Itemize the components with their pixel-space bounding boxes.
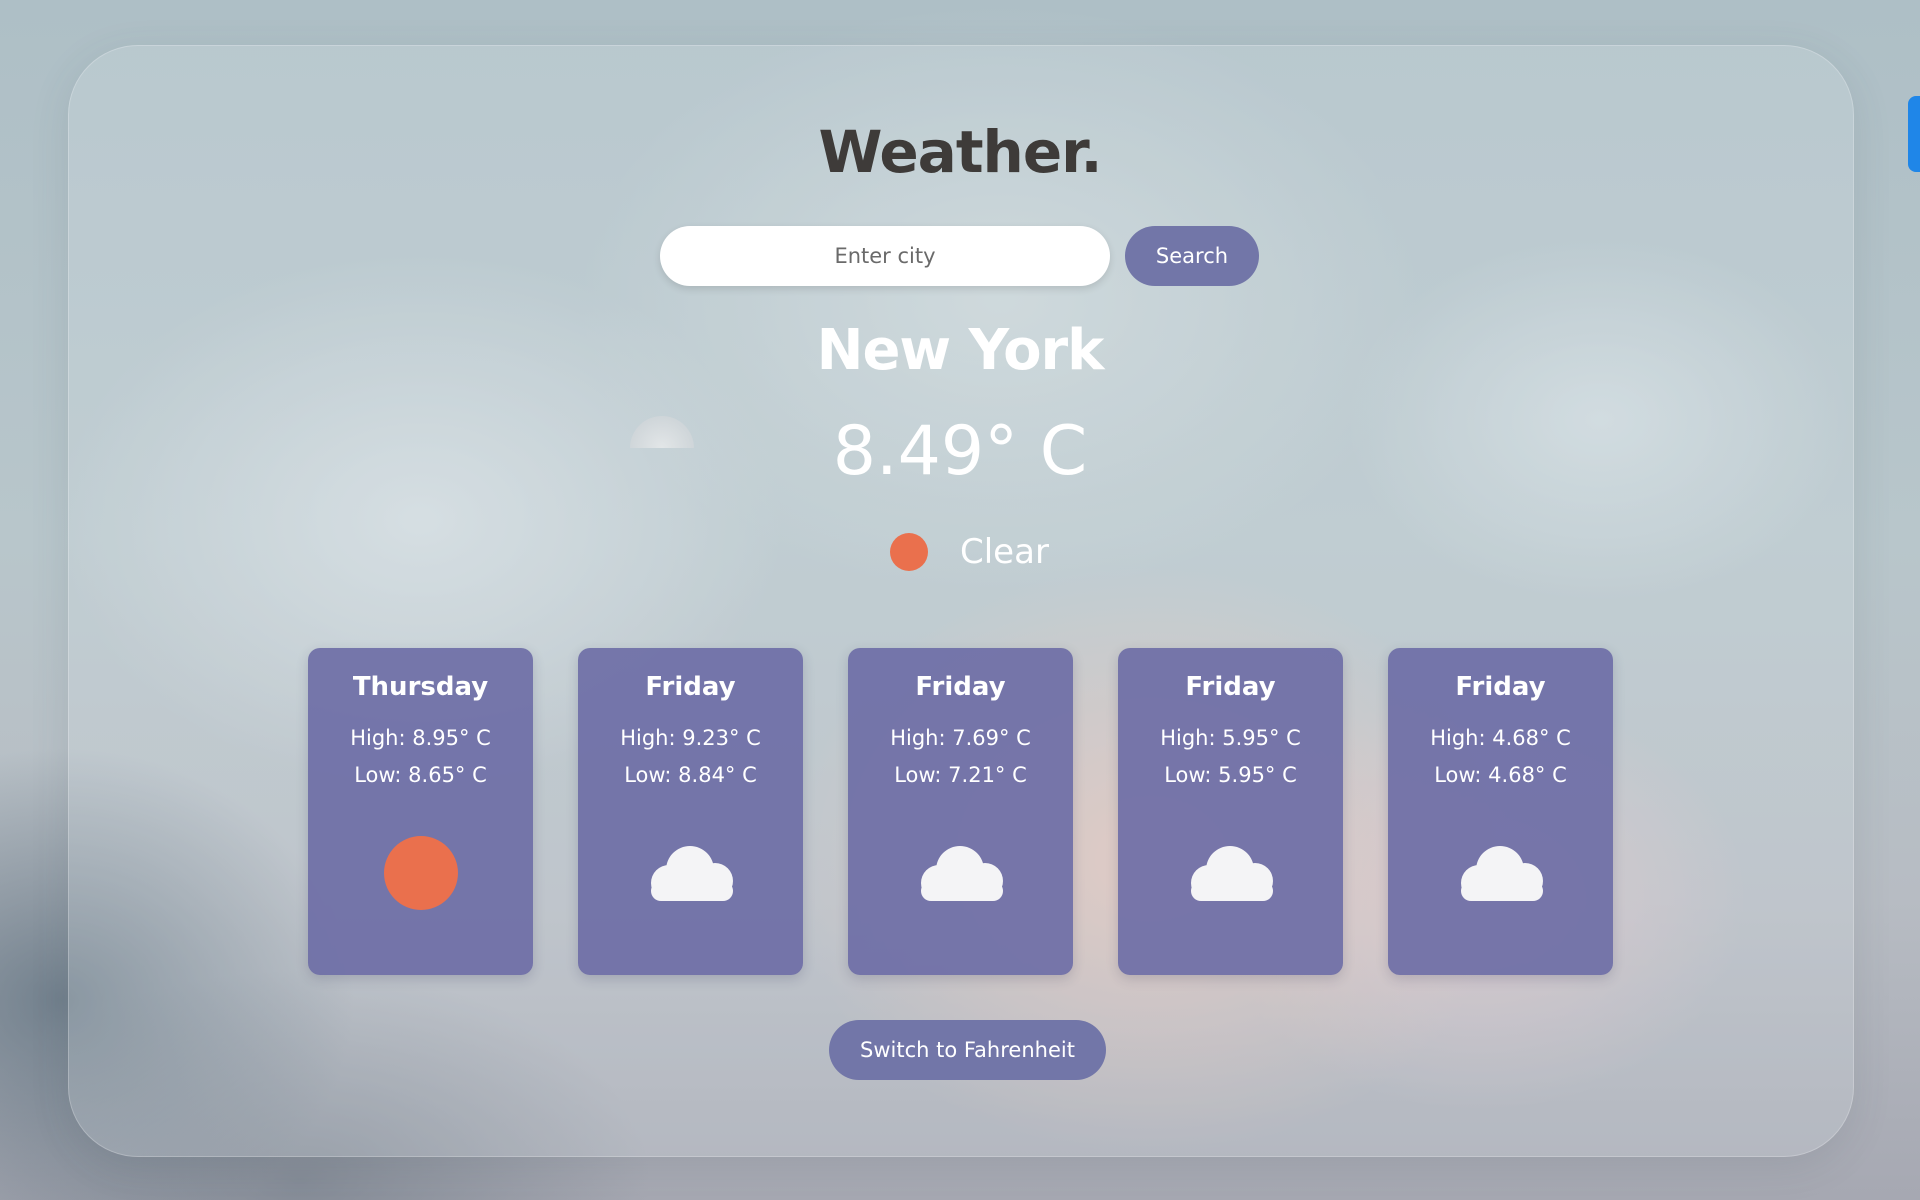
forecast-high: High: 8.95° C	[350, 726, 491, 750]
forecast-day: Friday	[645, 672, 736, 702]
switch-to-fahrenheit-button[interactable]: Switch to Fahrenheit	[829, 1020, 1106, 1080]
forecast-card: Friday High: 4.68° C Low: 4.68° C	[1388, 648, 1613, 975]
cloud-icon	[651, 846, 733, 901]
forecast-list: Thursday High: 8.95° C Low: 8.65° C Frid…	[308, 648, 1613, 975]
forecast-card: Friday High: 7.69° C Low: 7.21° C	[848, 648, 1073, 975]
app-title: Weather.	[818, 118, 1102, 186]
sun-icon	[890, 533, 928, 571]
cloud-icon	[921, 846, 1003, 901]
forecast-low: Low: 4.68° C	[1434, 763, 1567, 787]
cloud-icon	[1461, 846, 1543, 901]
forecast-day: Friday	[1455, 672, 1546, 702]
current-condition: Clear	[890, 530, 1049, 574]
forecast-day: Friday	[915, 672, 1006, 702]
forecast-high: High: 7.69° C	[890, 726, 1031, 750]
forecast-day: Friday	[1185, 672, 1276, 702]
search-button[interactable]: Search	[1125, 226, 1259, 286]
forecast-day: Thursday	[352, 672, 489, 702]
forecast-card: Friday High: 5.95° C Low: 5.95° C	[1118, 648, 1343, 975]
forecast-low: Low: 8.65° C	[354, 763, 487, 787]
current-temperature: 8.49° C	[832, 412, 1088, 491]
forecast-low: Low: 8.84° C	[624, 763, 757, 787]
forecast-low: Low: 7.21° C	[894, 763, 1027, 787]
city-search-input[interactable]	[660, 226, 1110, 286]
forecast-card: Friday High: 9.23° C Low: 8.84° C	[578, 648, 803, 975]
forecast-high: High: 4.68° C	[1430, 726, 1571, 750]
sun-icon	[384, 836, 458, 910]
forecast-high: High: 5.95° C	[1160, 726, 1301, 750]
city-name: New York	[816, 318, 1105, 383]
cloud-icon	[1191, 846, 1273, 901]
forecast-low: Low: 5.95° C	[1164, 763, 1297, 787]
forecast-card: Thursday High: 8.95° C Low: 8.65° C	[308, 648, 533, 975]
condition-label: Clear	[960, 532, 1049, 572]
forecast-high: High: 9.23° C	[620, 726, 761, 750]
weather-card	[68, 45, 1854, 1157]
